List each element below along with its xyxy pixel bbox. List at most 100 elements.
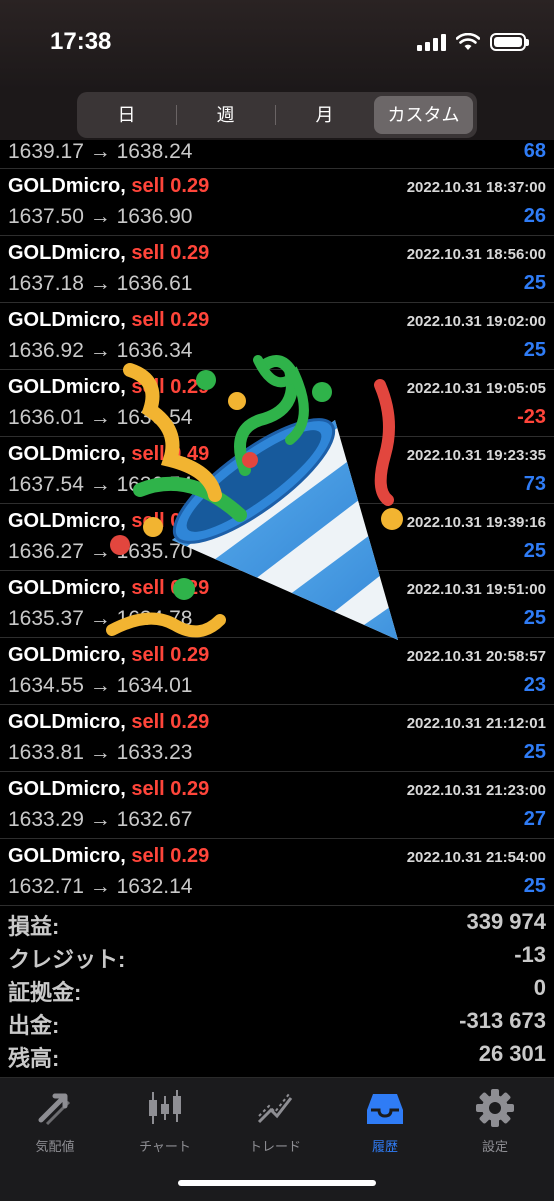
trade-profit: 25 — [523, 272, 546, 294]
home-indicator[interactable] — [178, 1180, 376, 1186]
trade-row[interactable]: GOLDmicro, sell 0.29 2022.10.31 19:51:00 1… — [0, 571, 554, 638]
trade-history-list: 1639.17 → 1638.24 68 GOLDmicro, sell 0.2… — [0, 140, 554, 906]
summary-label: 損益: — [8, 914, 60, 939]
trade-prices: 1639.17 → 1638.24 — [8, 140, 193, 163]
trade-symbol-name: GOLDmicro, — [8, 644, 126, 666]
tabbar-trade[interactable]: トレード — [220, 1088, 330, 1155]
trade-profit: 25 — [523, 741, 546, 763]
trade-symbol: GOLDmicro, sell 0.29 — [8, 510, 209, 533]
trade-prices: 1637.50 → 1636.90 — [8, 205, 193, 228]
trade-datetime: 2022.10.31 21:54:00 — [406, 849, 546, 866]
trade-symbol: GOLDmicro, sell 0.29 — [8, 711, 209, 734]
trade-prices: 1633.29 → 1632.67 — [8, 808, 193, 831]
trade-type: sell 0.29 — [131, 309, 210, 331]
trade-prices: 1635.37 → 1634.78 — [8, 607, 193, 630]
tabbar-history-label: 履歴 — [371, 1139, 398, 1154]
trade-symbol: GOLDmicro, sell 0.29 — [8, 309, 209, 332]
trade-row[interactable]: GOLDmicro, sell 0.29 2022.10.31 19:05:05 1… — [0, 370, 554, 437]
trade-datetime: 2022.10.31 19:39:16 — [406, 514, 546, 531]
trade-row[interactable]: GOLDmicro, sell 0.29 2022.10.31 19:02:00 1… — [0, 303, 554, 370]
trade-datetime: 2022.10.31 19:02:00 — [406, 313, 546, 330]
trade-symbol-name: GOLDmicro, — [8, 711, 126, 733]
trade-datetime: 2022.10.31 19:51:00 — [406, 581, 546, 598]
trade-row[interactable]: GOLDmicro, sell 0.29 2022.10.31 21:54:00 1… — [0, 839, 554, 906]
trade-type: sell 0.29 — [131, 778, 210, 800]
trade-type: sell 0.29 — [131, 711, 210, 733]
trade-datetime: 2022.10.31 18:56:00 — [406, 246, 546, 263]
status-bar: 17:38 — [0, 0, 554, 90]
trade-prices: 1632.71 → 1632.14 — [8, 875, 193, 898]
trade-symbol-name: GOLDmicro, — [8, 376, 126, 398]
trade-datetime: 2022.10.31 20:58:57 — [406, 648, 546, 665]
trade-datetime: 2022.10.31 21:23:00 — [406, 782, 546, 799]
trade-symbol-name: GOLDmicro, — [8, 577, 126, 599]
trade-type: sell 0.29 — [131, 510, 210, 532]
summary-value: -13 — [514, 942, 546, 967]
trade-profit: 23 — [523, 674, 546, 696]
trade-type: sell 0.29 — [131, 175, 210, 197]
tab-custom[interactable]: カスタム — [374, 96, 473, 134]
trade-datetime: 2022.10.31 19:23:35 — [406, 447, 546, 464]
trade-symbol-name: GOLDmicro, — [8, 309, 126, 331]
trade-symbol: GOLDmicro, sell 0.29 — [8, 175, 209, 198]
trade-profit: 25 — [523, 607, 546, 629]
trade-row[interactable]: GOLDmicro, sell 0.49 2022.10.31 19:23:35 1… — [0, 437, 554, 504]
trade-row[interactable]: GOLDmicro, sell 0.29 2022.10.31 18:56:00 1… — [0, 236, 554, 303]
tabbar-quotes[interactable]: 気配値 — [0, 1088, 110, 1155]
summary-value: 0 — [533, 975, 546, 1000]
tabbar-settings-label: 設定 — [481, 1139, 508, 1154]
history-inbox-icon — [367, 1094, 403, 1124]
trade-type: sell 0.29 — [131, 376, 210, 398]
trade-row[interactable]: GOLDmicro, sell 0.29 2022.10.31 21:23:00 1… — [0, 772, 554, 839]
tabbar-history[interactable]: 履歴 — [330, 1088, 440, 1155]
tabbar-settings[interactable]: 設定 — [440, 1088, 550, 1155]
tab-month[interactable]: 月 — [275, 96, 374, 134]
summary-value: -313 673 — [459, 1008, 546, 1033]
trade-prices: 1636.27 → 1635.70 — [8, 540, 193, 563]
trade-symbol: GOLDmicro, sell 0.49 — [8, 443, 209, 466]
trade-symbol: GOLDmicro, sell 0.29 — [8, 242, 209, 265]
summary-row: クレジット: -13 — [0, 939, 554, 972]
candlestick-chart-icon — [149, 1090, 181, 1124]
tab-week[interactable]: 週 — [176, 96, 275, 134]
trade-symbol-name: GOLDmicro, — [8, 778, 126, 800]
summary-label: 証拠金: — [8, 980, 82, 1005]
trade-row[interactable]: GOLDmicro, sell 0.29 2022.10.31 19:39:16 1… — [0, 504, 554, 571]
trade-symbol: GOLDmicro, sell 0.29 — [8, 778, 209, 801]
tabbar-trade-label: トレード — [248, 1139, 301, 1154]
trade-type: sell 0.49 — [131, 443, 210, 465]
summary-row: 証拠金: 0 — [0, 972, 554, 1005]
trade-profit: 73 — [523, 473, 546, 495]
trade-symbol-name: GOLDmicro, — [8, 845, 126, 867]
trade-profit: 25 — [523, 875, 546, 897]
summary-value: 339 974 — [466, 909, 546, 934]
summary-label: 出金: — [8, 1013, 60, 1038]
trade-type: sell 0.29 — [131, 845, 210, 867]
trade-row[interactable]: GOLDmicro, sell 0.29 2022.10.31 21:12:01 1… — [0, 705, 554, 772]
trade-prices: 1633.81 → 1633.23 — [8, 741, 193, 764]
trade-row-partial[interactable]: 1639.17 → 1638.24 68 — [0, 140, 554, 169]
tabbar-chart[interactable]: チャート — [110, 1088, 220, 1155]
trade-prices: 1634.55 → 1634.01 — [8, 674, 193, 697]
summary-row: 損益: 339 974 — [0, 906, 554, 939]
trade-profit: 68 — [523, 140, 546, 162]
trade-profit: 25 — [523, 339, 546, 361]
summary-label: クレジット: — [8, 947, 126, 972]
status-icons — [417, 33, 529, 51]
trade-type: sell 0.29 — [131, 577, 210, 599]
period-segmented-control: 日 週 月 カスタム — [77, 92, 477, 138]
trade-symbol-name: GOLDmicro, — [8, 510, 126, 532]
trade-row[interactable]: GOLDmicro, sell 0.29 2022.10.31 18:37:00 1… — [0, 169, 554, 236]
account-summary: 損益: 339 974 クレジット: -13 証拠金: 0 出金: -313 673 残高: 26… — [0, 906, 554, 1071]
summary-row: 残高: 26 301 — [0, 1038, 554, 1071]
period-selector-bar: 日 週 月 カスタム — [0, 90, 554, 140]
trade-row[interactable]: GOLDmicro, sell 0.29 2022.10.31 20:58:57 1… — [0, 638, 554, 705]
trade-symbol-name: GOLDmicro, — [8, 175, 126, 197]
trade-symbol: GOLDmicro, sell 0.29 — [8, 845, 209, 868]
trade-symbol: GOLDmicro, sell 0.29 — [8, 644, 209, 667]
wifi-icon — [456, 33, 480, 50]
trade-profit: 25 — [523, 540, 546, 562]
tabbar-chart-label: チャート — [139, 1139, 191, 1154]
tab-day[interactable]: 日 — [77, 96, 176, 134]
trade-prices: 1637.18 → 1636.61 — [8, 272, 193, 295]
